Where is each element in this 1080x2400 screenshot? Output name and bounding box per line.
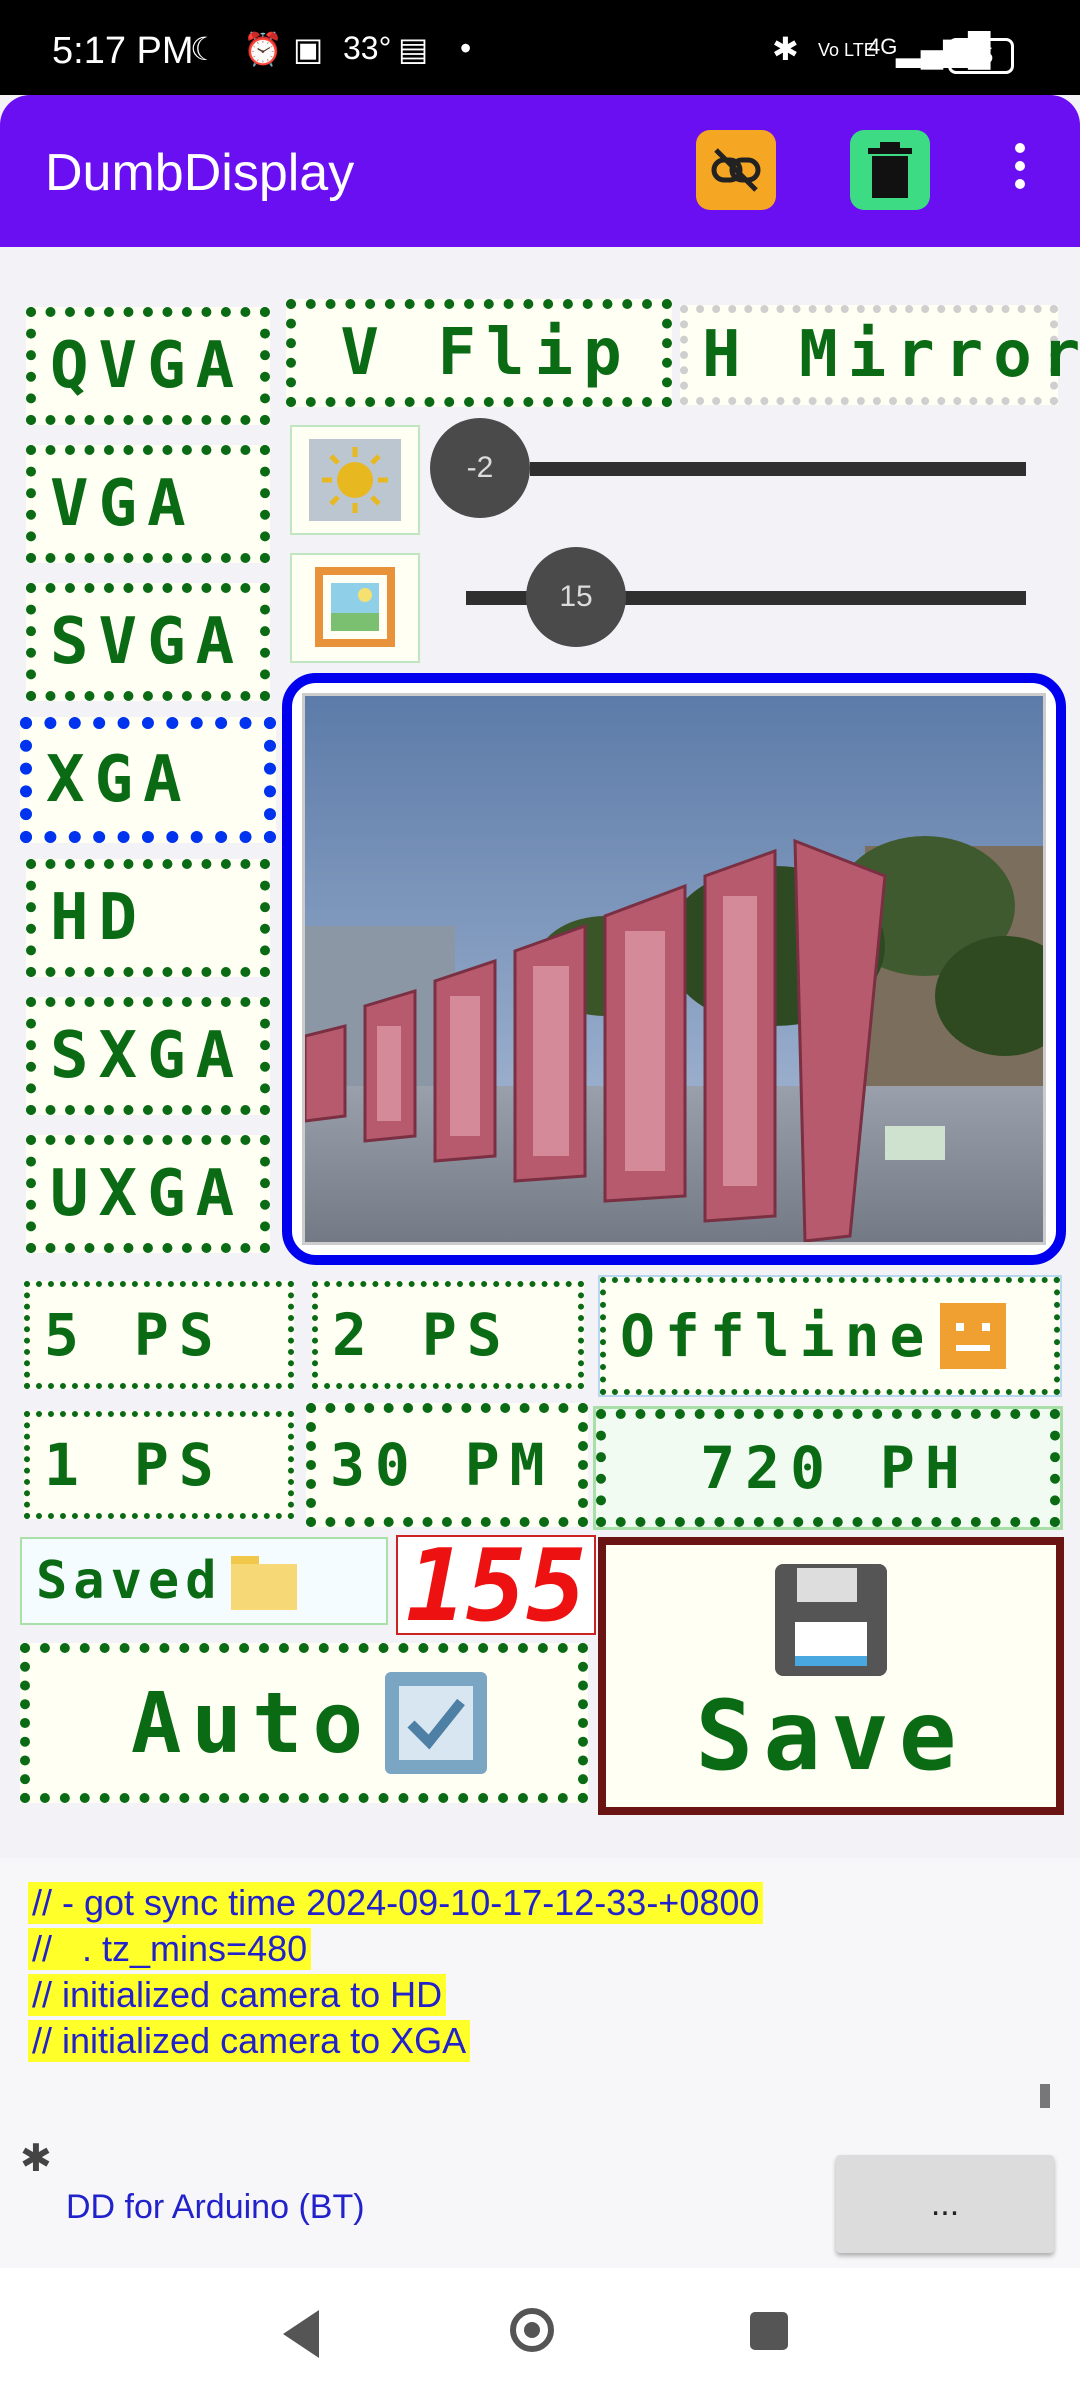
saved-label: Saved <box>36 1551 223 1611</box>
brightness-slider[interactable]: -2 <box>430 418 1026 518</box>
fps-label: 30 PM <box>330 1431 555 1499</box>
quality-thumb[interactable]: 15 <box>526 547 626 647</box>
dot-icon: • <box>460 30 472 66</box>
folder-icon <box>230 1556 297 1610</box>
log-scrollbar[interactable] <box>1040 2084 1050 2108</box>
res-label: HD <box>50 881 148 955</box>
brightness-track[interactable] <box>530 462 1026 476</box>
fps-button-5ps[interactable]: 5 PS <box>24 1281 294 1389</box>
log-line: // initialized camera to HD <box>28 1974 447 2016</box>
connection-label: DD for Arduino (BT) <box>66 2188 365 2226</box>
saved-count-display: 155 <box>396 1527 596 1644</box>
res-label: UXGA <box>50 1157 245 1231</box>
status-time: 5:17 PM <box>52 30 194 72</box>
link-off-icon <box>711 148 761 192</box>
log-line: // - got sync time 2024-09-10-17-12-33-+… <box>28 1882 764 1924</box>
trash-button[interactable] <box>850 130 930 210</box>
brightness-icon-box <box>290 425 420 535</box>
vflip-label: V Flip <box>340 316 632 390</box>
res-label: VGA <box>50 467 196 541</box>
fps-label: 5 PS <box>44 1301 224 1369</box>
fps-label: 720 PH <box>700 1434 970 1502</box>
floppy-icon <box>775 1564 887 1676</box>
quality-icon-box <box>290 553 420 663</box>
car-icon: ▣ <box>293 31 324 67</box>
res-button-xga[interactable]: XGA <box>20 717 276 843</box>
quality-slider[interactable]: 15 <box>466 547 1026 647</box>
log-line: // initialized camera to XGA <box>28 2020 471 2062</box>
battery-level: 55 <box>968 43 994 68</box>
res-button-svga[interactable]: SVGA <box>26 583 270 701</box>
moon-icon: ☾ <box>190 31 219 67</box>
saved-indicator: Saved <box>20 1537 388 1625</box>
offline-label: Offline <box>620 1302 935 1370</box>
res-button-sxga[interactable]: SXGA <box>26 997 270 1115</box>
navigation-bar <box>0 2268 1080 2400</box>
more-button[interactable]: ... <box>836 2155 1054 2253</box>
fps-button-2ps[interactable]: 2 PS <box>312 1281 584 1389</box>
save-button[interactable]: Save <box>598 1537 1064 1815</box>
hmirror-label: H Mirror <box>702 318 1080 392</box>
bluetooth-icon: ✱ <box>20 2138 52 2180</box>
trash-icon <box>868 142 912 198</box>
log-line: // . tz_mins=480 <box>28 1928 312 1970</box>
temperature-text: 33° <box>343 30 392 66</box>
fps-button-30pm[interactable]: 30 PM <box>306 1403 588 1527</box>
auto-toggle[interactable]: Auto <box>20 1643 588 1803</box>
brightness-thumb[interactable]: -2 <box>430 418 530 518</box>
res-button-vga[interactable]: VGA <box>26 445 270 563</box>
unlink-button[interactable] <box>696 130 776 210</box>
sun-icon <box>309 439 401 521</box>
fps-button-1ps[interactable]: 1 PS <box>24 1411 294 1519</box>
offline-face-icon <box>940 1303 1007 1369</box>
hmirror-toggle[interactable]: H Mirror <box>680 305 1080 405</box>
news-icon: ▤ <box>398 31 429 67</box>
camera-image-frame[interactable] <box>282 673 1066 1265</box>
res-button-qvga[interactable]: QVGA <box>26 307 270 425</box>
recents-icon[interactable] <box>750 2312 788 2350</box>
res-label: XGA <box>46 743 192 817</box>
checkbox-icon <box>385 1672 488 1774</box>
camera-photo <box>305 696 1043 1242</box>
camera-image <box>302 693 1046 1245</box>
status-bar: 5:17 PM ☾ ⏰ ▣ 33° ▤ • ✱ Vo LTE 4G ▂▄▆█ 5… <box>0 0 1080 95</box>
battery-icon: 55 <box>948 38 1014 74</box>
fps-label: 1 PS <box>44 1431 224 1499</box>
res-label: QVGA <box>50 329 245 403</box>
res-label: SVGA <box>50 605 245 679</box>
res-label: SXGA <box>50 1019 245 1093</box>
dumbdisplay-canvas: QVGA VGA SVGA XGA HD SXGA UXGA V Flip H … <box>0 247 1080 1857</box>
save-label: Save <box>695 1680 967 1792</box>
res-button-hd[interactable]: HD <box>26 859 270 977</box>
fps-label: 2 PS <box>332 1301 512 1369</box>
alarm-icon: ⏰ <box>243 31 283 67</box>
fps-button-720ph[interactable]: 720 PH <box>593 1406 1063 1530</box>
app-title: DumbDisplay <box>45 144 355 202</box>
image-icon <box>315 567 395 647</box>
offline-indicator: Offline <box>598 1275 1062 1397</box>
more-vert-icon[interactable] <box>1000 135 1040 205</box>
home-icon[interactable] <box>510 2308 554 2352</box>
network-type: 4G <box>868 34 898 59</box>
bluetooth-icon: ✱ <box>772 31 799 67</box>
app-bar: DumbDisplay <box>0 95 1080 247</box>
log-panel: // - got sync time 2024-09-10-17-12-33-+… <box>0 1858 1080 2268</box>
vflip-toggle[interactable]: V Flip <box>286 299 672 407</box>
res-button-uxga[interactable]: UXGA <box>26 1135 270 1253</box>
back-icon[interactable] <box>283 2310 319 2358</box>
auto-label: Auto <box>130 1674 374 1772</box>
